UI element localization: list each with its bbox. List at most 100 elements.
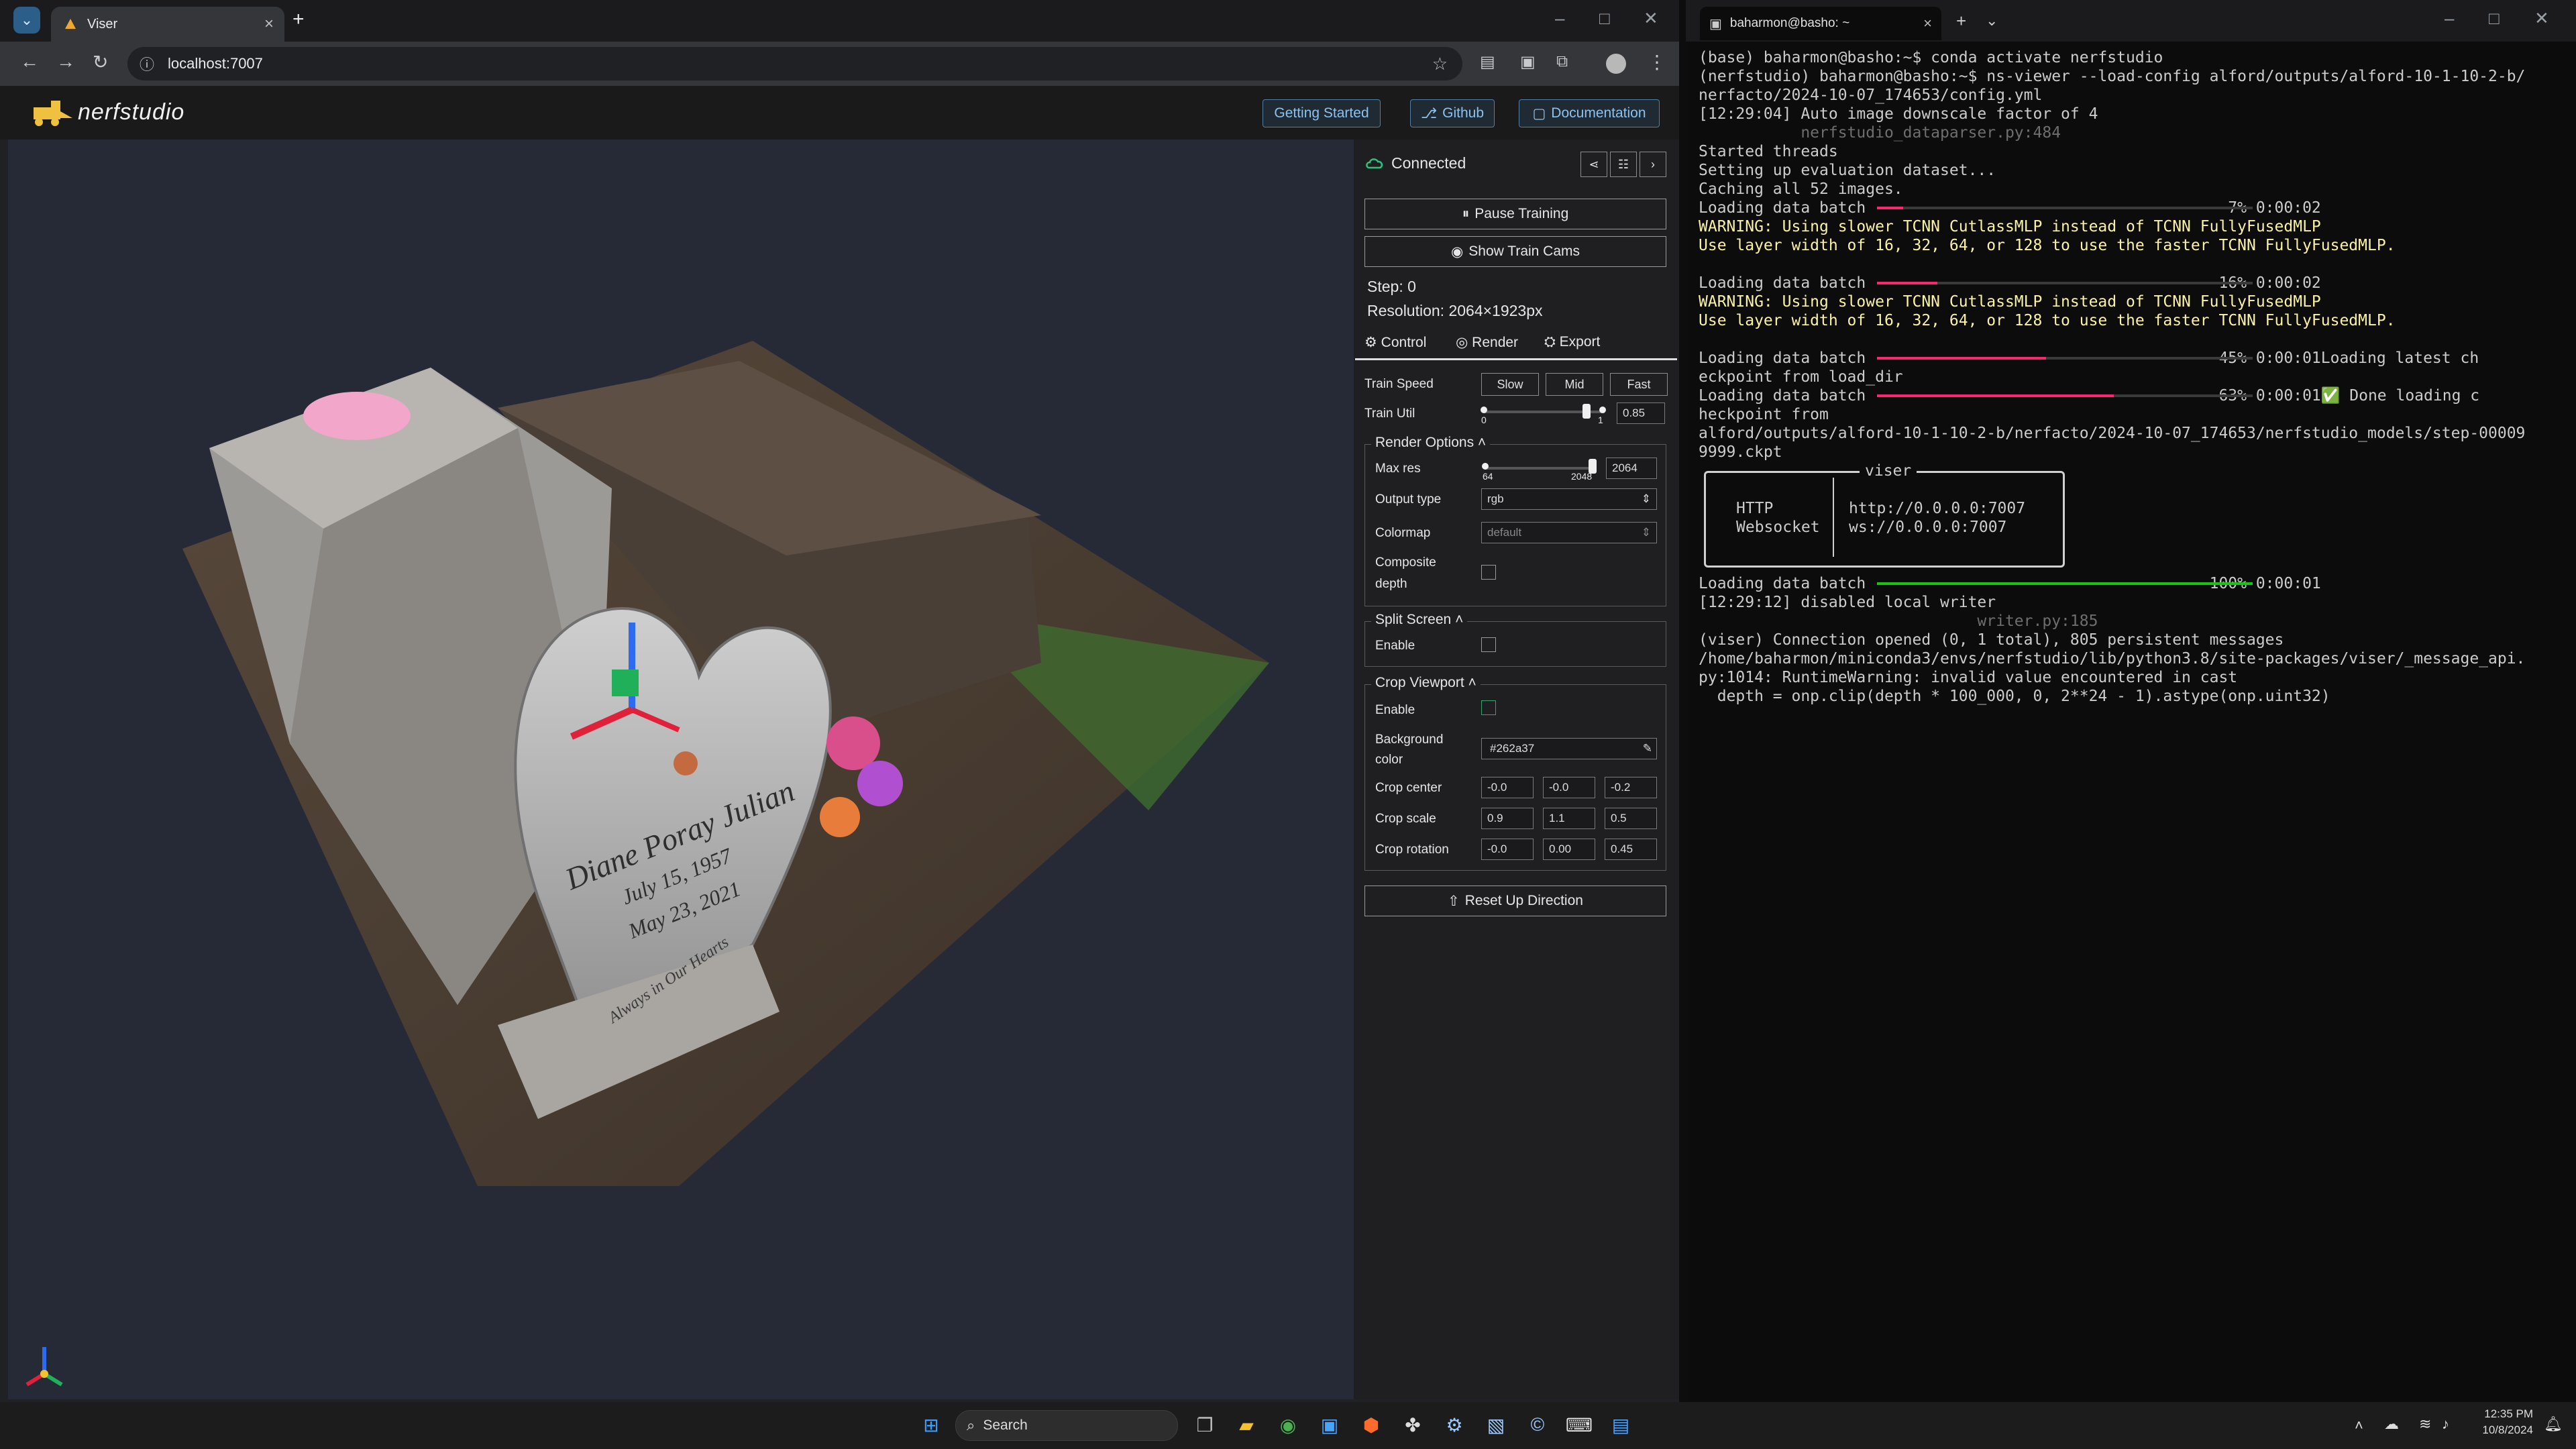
reload-icon[interactable]: ↻ <box>93 51 108 73</box>
crop-scale-y-input[interactable]: 1.1 <box>1543 808 1595 829</box>
address-bar[interactable]: ⓘ localhost:7007 ☆ <box>127 47 1462 80</box>
steam-icon[interactable]: ⚙ <box>1438 1409 1470 1441</box>
max-res-input[interactable]: 2064 <box>1606 458 1657 479</box>
back-arrow-icon[interactable]: ← <box>20 51 39 72</box>
windows-start-icon[interactable]: ⊞ <box>915 1409 947 1441</box>
terminal-dropdown-icon[interactable]: ⌄ <box>1986 12 1998 30</box>
tab-close-icon[interactable]: × <box>264 15 274 34</box>
crop-viewport-title[interactable]: Crop Viewport ˄ <box>1371 675 1481 691</box>
crop-center-x-input[interactable]: -0.0 <box>1481 777 1534 798</box>
terminal-tab[interactable]: ▣ baharmon@basho: ~ × <box>1700 7 1941 40</box>
new-tab-button[interactable]: + <box>292 8 305 31</box>
github-button[interactable]: ⎇ Github <box>1410 99 1495 127</box>
collapse-chevron-icon[interactable]: › <box>1640 152 1666 177</box>
tab-control[interactable]: ⚙ Control <box>1364 334 1426 351</box>
site-info-icon[interactable]: ⓘ <box>140 53 154 74</box>
connection-status: Connected <box>1391 154 1466 172</box>
speed-mid-button[interactable]: Mid <box>1546 373 1603 396</box>
render-options-title[interactable]: Render Options ˄ <box>1371 435 1491 451</box>
eyedropper-icon[interactable]: ✎ <box>1643 742 1652 755</box>
tab-export[interactable]: ⛭ Export <box>1544 334 1600 350</box>
crop-rotation-x-input[interactable]: -0.0 <box>1481 839 1534 860</box>
terminal-line: nerfacto/2024-10-07_174653/config.yml <box>1699 87 2043 104</box>
terminal-new-tab-button[interactable]: + <box>1956 11 1966 32</box>
close-window-button[interactable]: ✕ <box>1644 8 1658 29</box>
pause-training-button[interactable]: ⏸ Pause Training <box>1364 199 1666 229</box>
profile-avatar[interactable] <box>1606 54 1626 74</box>
terminal-minimize-button[interactable]: – <box>2445 8 2454 29</box>
terminal-progress-fill <box>1877 282 1937 284</box>
show-train-cams-button[interactable]: ◉ Show Train Cams <box>1364 236 1666 267</box>
share-icon[interactable]: ⋖ <box>1580 152 1607 177</box>
taskbar-search-box[interactable]: ⌕ Search <box>955 1410 1178 1441</box>
terminal-line: eckpoint from load_dir <box>1699 368 1903 386</box>
tab-viser[interactable]: Viser × <box>51 7 284 42</box>
terminal-tab-close-icon[interactable]: × <box>1923 15 1932 32</box>
chrome-menu-icon[interactable]: ⋮ <box>1648 51 1666 73</box>
train-util-min-marker <box>1481 407 1487 413</box>
terminal-line: 9999.ckpt <box>1699 443 1782 461</box>
terminal-line: Use layer width of 16, 32, 64, or 128 to… <box>1699 312 2396 329</box>
crop-rotation-z-input[interactable]: 0.45 <box>1605 839 1657 860</box>
notification-bell-icon[interactable]: 🔔︎ <box>2544 1415 2563 1433</box>
crop-scale-x-input[interactable]: 0.9 <box>1481 808 1534 829</box>
bookmark-star-icon[interactable]: ☆ <box>1432 54 1448 74</box>
taskbar-date[interactable]: 10/8/2024 <box>2475 1424 2533 1437</box>
speed-slow-button[interactable]: Slow <box>1481 373 1539 396</box>
app-c-icon[interactable]: © <box>1521 1409 1554 1441</box>
forward-arrow-icon[interactable]: → <box>56 51 75 72</box>
app-paw-icon[interactable]: ✤ <box>1397 1409 1429 1441</box>
viser-http-label: HTTP <box>1736 500 1774 517</box>
task-view-icon[interactable]: ❐ <box>1189 1409 1221 1441</box>
terminal-maximize-button[interactable]: □ <box>2489 8 2500 29</box>
chrome-icon[interactable]: ◉ <box>1272 1409 1304 1441</box>
train-util-slider-thumb[interactable] <box>1582 404 1591 419</box>
terminal-output[interactable]: (base) baharmon@basho:~$ conda activate … <box>1699 48 2571 462</box>
terminal-close-button[interactable]: ✕ <box>2534 8 2549 29</box>
onedrive-icon[interactable]: ☁ <box>2384 1415 2399 1433</box>
colormap-label: Colormap <box>1375 526 1431 540</box>
app-image-icon[interactable]: ▧ <box>1480 1409 1512 1441</box>
volume-icon[interactable]: ♪ <box>2442 1415 2449 1433</box>
tab-render[interactable]: ◎ Render <box>1456 334 1518 351</box>
app-window-icon[interactable]: ▣ <box>1313 1409 1346 1441</box>
crop-center-z-input[interactable]: -0.2 <box>1605 777 1657 798</box>
max-res-slider[interactable] <box>1485 467 1593 470</box>
tab-search-icon[interactable]: ⌄ <box>13 7 40 34</box>
minimize-button[interactable]: – <box>1555 8 1564 29</box>
reading-list-icon[interactable]: ▤ <box>1480 52 1495 72</box>
max-res-label: Max res <box>1375 462 1421 476</box>
background-color-label-2: color <box>1375 753 1403 767</box>
app-orange-icon[interactable]: ⬢ <box>1355 1409 1387 1441</box>
settings-sliders-icon[interactable]: ☷ <box>1610 152 1637 177</box>
url-text: localhost:7007 <box>168 55 263 72</box>
render-viewport[interactable]: Diane Poray Julian July 15, 1957 May 23,… <box>8 140 1354 1399</box>
word-app-icon[interactable]: ▤ <box>1605 1409 1637 1441</box>
file-explorer-icon[interactable]: ▰ <box>1230 1409 1263 1441</box>
crop-rotation-y-input[interactable]: 0.00 <box>1543 839 1595 860</box>
terminal-tab-title: baharmon@basho: ~ <box>1729 16 1850 30</box>
split-screen-title[interactable]: Split Screen ˄ <box>1371 612 1468 628</box>
extensions-puzzle-icon[interactable]: ⧉ <box>1556 52 1568 71</box>
terminal-app-icon[interactable]: ⌨ <box>1563 1409 1595 1441</box>
documentation-button[interactable]: ▢ Documentation <box>1519 99 1660 127</box>
maximize-button[interactable]: □ <box>1599 8 1610 29</box>
reset-up-direction-button[interactable]: ⇧ Reset Up Direction <box>1364 885 1666 916</box>
wifi-icon[interactable]: ≋ <box>2419 1415 2431 1433</box>
colormap-select[interactable]: default ⇕ <box>1481 522 1657 543</box>
github-label: Github <box>1442 105 1485 121</box>
terminal-output-continued[interactable]: Loading data batch 100% 0:00:01 [12:29:12… <box>1699 574 2571 706</box>
split-screen-checkbox[interactable] <box>1481 637 1496 652</box>
output-type-select[interactable]: rgb ⇕ <box>1481 488 1657 510</box>
speed-fast-button[interactable]: Fast <box>1610 373 1668 396</box>
extension-badge-icon[interactable]: ▣ <box>1520 52 1536 72</box>
taskbar-time[interactable]: 12:35 PM <box>2475 1407 2533 1421</box>
composite-depth-checkbox[interactable] <box>1481 565 1496 580</box>
background-color-input[interactable]: #262a37 ✎ <box>1481 738 1657 759</box>
crop-enable-checkbox[interactable] <box>1481 700 1496 715</box>
tray-chevron-icon[interactable]: ˄ <box>2355 1417 2363 1434</box>
getting-started-button[interactable]: Getting Started <box>1263 99 1381 127</box>
crop-scale-z-input[interactable]: 0.5 <box>1605 808 1657 829</box>
train-util-input[interactable]: 0.85 <box>1617 402 1665 424</box>
crop-center-y-input[interactable]: -0.0 <box>1543 777 1595 798</box>
